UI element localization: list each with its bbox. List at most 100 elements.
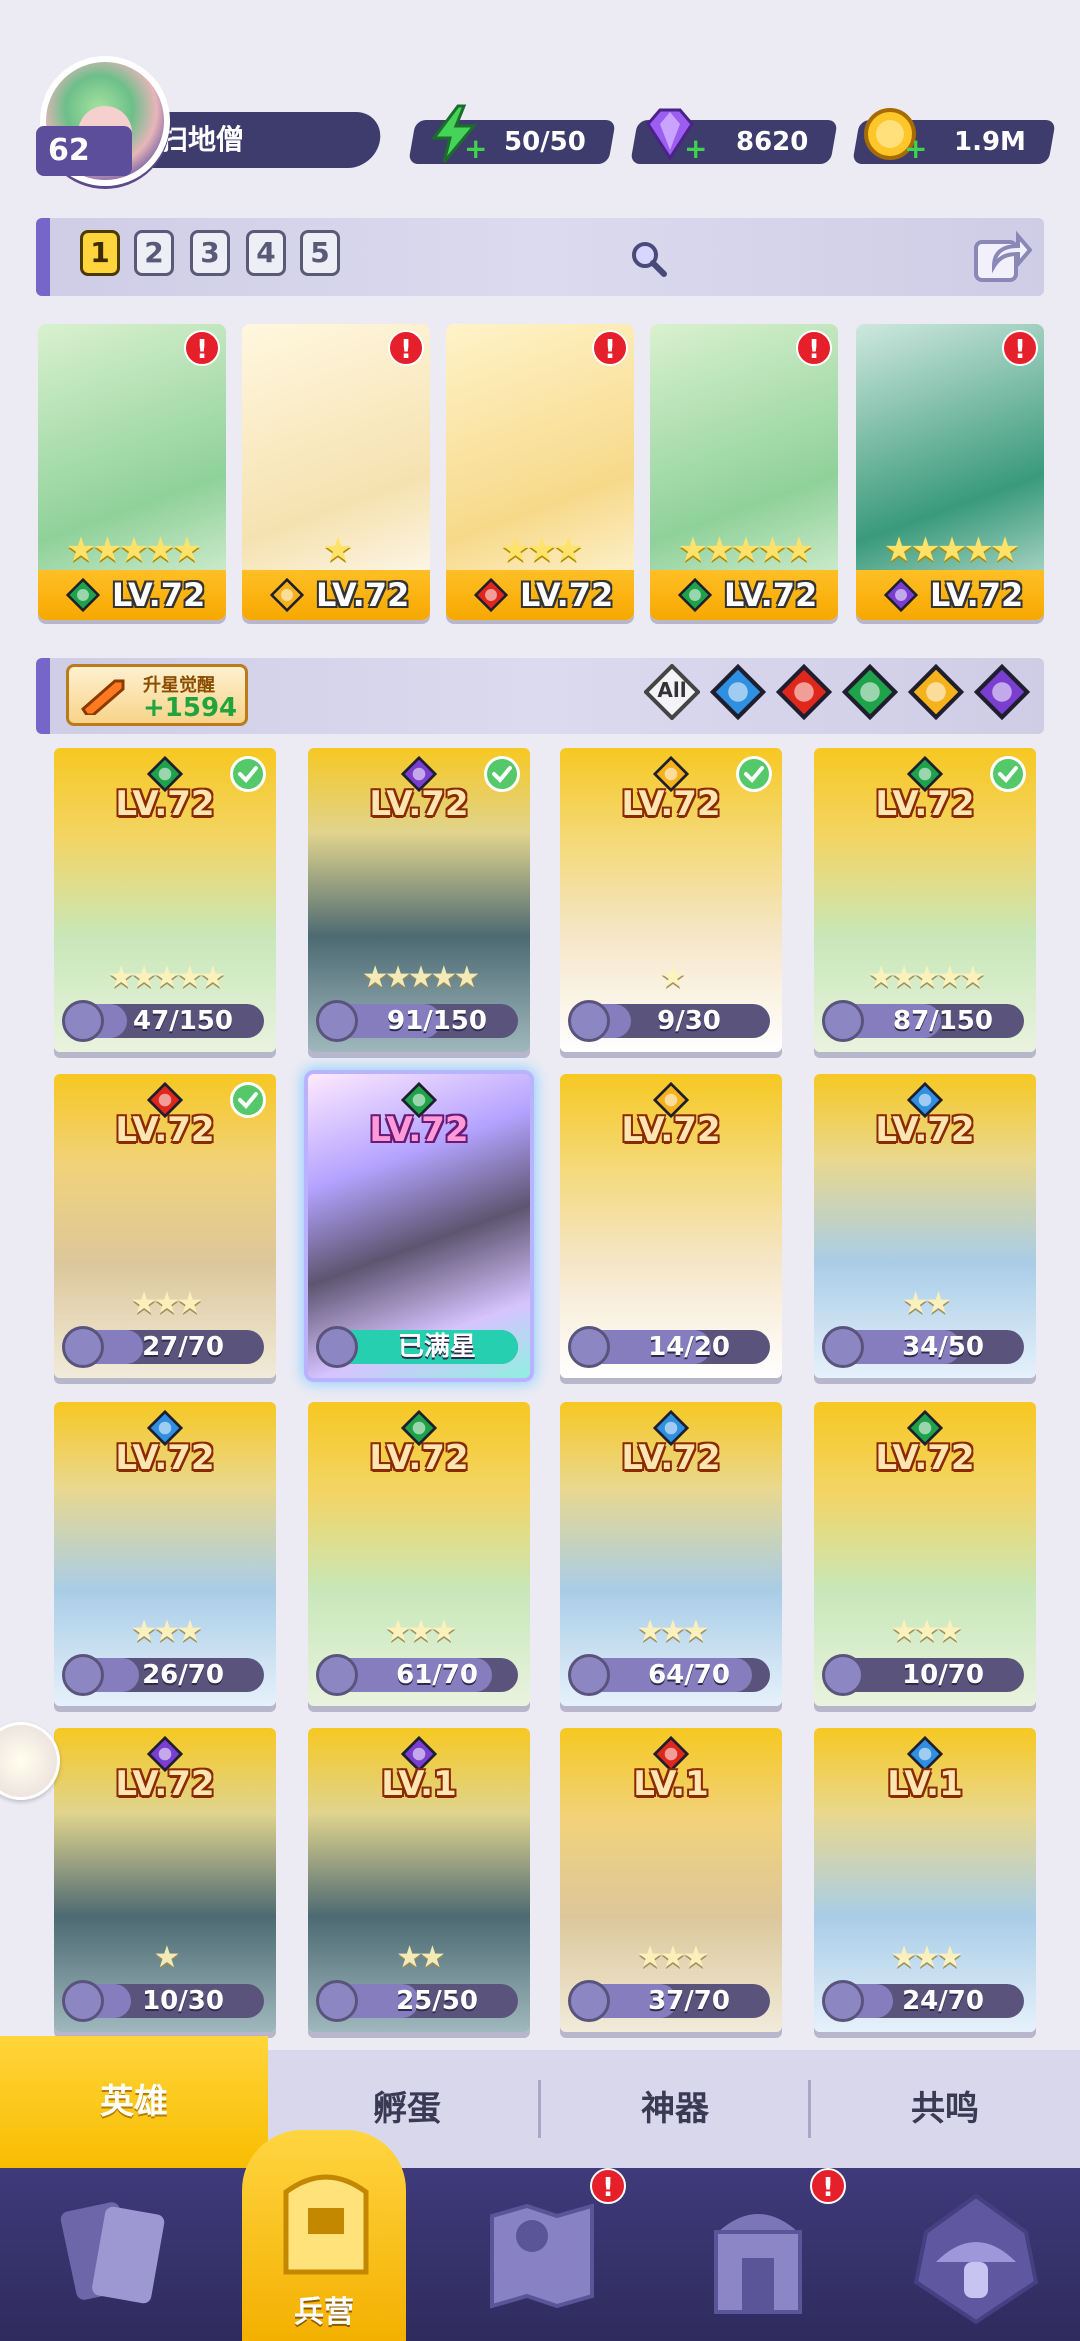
fire-element-icon: [775, 663, 833, 721]
light-element-icon: [907, 663, 965, 721]
hero-card[interactable]: LV.72 ★★★★★ 91/150: [308, 748, 530, 1052]
hero-card[interactable]: LV.72 ★★★★★ 87/150: [814, 748, 1036, 1052]
nav-summon[interactable]: [900, 2168, 1080, 2341]
shard-progress-text: 25/50: [396, 1986, 478, 2016]
water-element-icon: [709, 663, 767, 721]
filter-all-label: All: [657, 678, 687, 702]
shard-progress-bar: 已满星: [316, 1326, 518, 1368]
slot-level-bar: LV.72: [650, 570, 838, 620]
team-slot[interactable]: ★ LV.72!: [242, 324, 430, 620]
in-team-check-icon: [736, 756, 772, 792]
dark-element-icon: [973, 663, 1031, 721]
shard-progress-text: 26/70: [142, 1660, 224, 1690]
team-slot[interactable]: ★★★★★ LV.72!: [856, 324, 1044, 620]
tab-artifacts[interactable]: 神器: [542, 2050, 808, 2168]
team-tab-4[interactable]: 4: [246, 230, 286, 276]
hero-card[interactable]: LV.72 ★★★ 26/70: [54, 1402, 276, 1706]
shard-progress-text: 10/70: [902, 1660, 984, 1690]
hero-card[interactable]: LV.72 ★★★ 61/70: [308, 1402, 530, 1706]
sword-icon: [81, 679, 125, 715]
in-team-check-icon: [230, 756, 266, 792]
light-element-icon: [270, 578, 304, 612]
shard-progress-text: 34/50: [902, 1332, 984, 1362]
energy-add-icon[interactable]: +: [464, 135, 487, 163]
hero-card[interactable]: LV.1 ★★★ 24/70: [814, 1728, 1036, 2032]
slot-level-bar: LV.72: [446, 570, 634, 620]
team-slot[interactable]: ★★★ LV.72!: [446, 324, 634, 620]
nature-element-icon: [678, 578, 712, 612]
hero-card[interactable]: LV.1 ★★★ 37/70: [560, 1728, 782, 2032]
shard-progress-bar: 24/70: [822, 1980, 1024, 2022]
shard-progress-text: 14/20: [648, 1332, 730, 1362]
hero-card[interactable]: LV.72 ★★★ 27/70: [54, 1074, 276, 1378]
hero-card[interactable]: LV.72 ★★★ 10/70: [814, 1402, 1036, 1706]
shard-icon: [822, 1654, 864, 1696]
shard-icon: [568, 1000, 610, 1042]
gem-add-icon[interactable]: +: [684, 135, 707, 163]
floating-helper-avatar[interactable]: [0, 1722, 60, 1800]
shard-progress-bar: 37/70: [568, 1980, 770, 2022]
search-icon[interactable]: [628, 238, 668, 278]
team-tab-3[interactable]: 3: [190, 230, 230, 276]
team-slot[interactable]: ★★★★★ LV.72!: [38, 324, 226, 620]
filter-all[interactable]: All: [643, 663, 701, 721]
filter-water[interactable]: [709, 663, 767, 721]
filter-light[interactable]: [907, 663, 965, 721]
hero-card[interactable]: LV.72 14/20: [560, 1074, 782, 1378]
hero-card[interactable]: LV.1 ★★ 25/50: [308, 1728, 530, 2032]
hero-stars: ★★★: [636, 1940, 710, 1975]
hero-card[interactable]: LV.72 已满星: [308, 1074, 530, 1378]
team-tab-2[interactable]: 2: [134, 230, 174, 276]
team-slot[interactable]: ★★★★★ LV.72!: [650, 324, 838, 620]
tab-heroes[interactable]: 英雄: [0, 2036, 268, 2168]
slot-stars: ★★★★★: [65, 530, 202, 570]
shard-progress-text: 37/70: [648, 1986, 730, 2016]
gold-add-icon[interactable]: +: [904, 135, 927, 163]
hero-card[interactable]: LV.72 ★ 9/30: [560, 748, 782, 1052]
shard-progress-bar: 47/150: [62, 1000, 264, 1042]
nav-temple-alert: !: [810, 2168, 846, 2204]
slot-stars: ★: [322, 530, 353, 570]
shard-progress-text: 61/70: [396, 1660, 478, 1690]
player-level-badge: 62: [36, 126, 132, 176]
slot-level-bar: LV.72: [38, 570, 226, 620]
slot-alert-badge: !: [592, 330, 628, 366]
team-bar: [36, 218, 1044, 296]
shard-progress-bar: 34/50: [822, 1326, 1024, 1368]
shard-progress-bar: 25/50: [316, 1980, 518, 2022]
share-icon[interactable]: [972, 228, 1032, 284]
dark-element-icon: [884, 578, 918, 612]
hero-stars: ★★★: [890, 1940, 964, 1975]
filter-dark[interactable]: [973, 663, 1031, 721]
hero-stars: ★: [659, 960, 687, 995]
hero-card[interactable]: LV.72 ★★★★★ 47/150: [54, 748, 276, 1052]
hero-stars: ★★: [396, 1940, 446, 1975]
player-name: 扫地僧: [160, 123, 245, 156]
hero-level: LV.72: [875, 1438, 975, 1478]
slot-level: LV.72: [112, 576, 206, 614]
tab-resonance[interactable]: 共鸣: [810, 2050, 1080, 2168]
nav-barracks[interactable]: 兵营: [216, 2168, 432, 2341]
hero-card[interactable]: LV.72 ★★ 34/50: [814, 1074, 1036, 1378]
nav-map[interactable]: !: [482, 2168, 698, 2341]
filter-nature[interactable]: [841, 663, 899, 721]
filter-fire[interactable]: [775, 663, 833, 721]
slot-level-bar: LV.72: [242, 570, 430, 620]
slot-level-bar: LV.72: [856, 570, 1044, 620]
shard-progress-bar: 91/150: [316, 1000, 518, 1042]
star-awaken-button[interactable]: 升星觉醒 +1594: [66, 664, 248, 726]
hero-card[interactable]: LV.72 ★★★ 64/70: [560, 1402, 782, 1706]
hero-stars: ★★★: [890, 1614, 964, 1649]
slot-level: LV.72: [316, 576, 410, 614]
gem-value: 8620: [735, 127, 808, 157]
hero-stars: ★★★: [130, 1614, 204, 1649]
nav-map-alert: !: [590, 2168, 626, 2204]
team-tab-5[interactable]: 5: [300, 230, 340, 276]
hero-card[interactable]: LV.72 ★ 10/30: [54, 1728, 276, 2032]
shard-icon: [822, 1326, 864, 1368]
shard-icon: [568, 1980, 610, 2022]
slot-stars: ★★★: [500, 530, 583, 570]
hero-level: LV.1: [887, 1764, 963, 1804]
team-tab-1[interactable]: 1: [80, 230, 120, 276]
nav-temple[interactable]: !: [698, 2168, 914, 2341]
